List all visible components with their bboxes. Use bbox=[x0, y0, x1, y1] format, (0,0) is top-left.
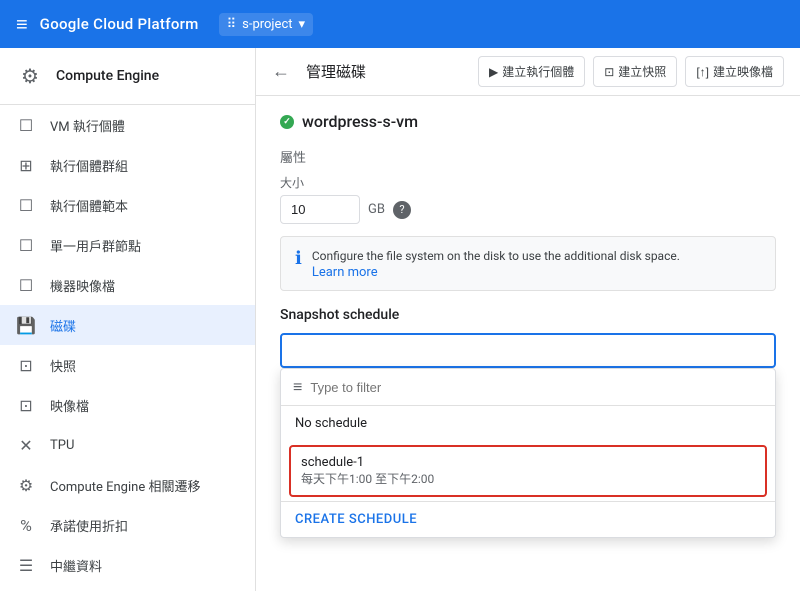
sidebar-item-label: 單一用戶群節點 bbox=[50, 236, 141, 255]
schedule-1-name: schedule-1 bbox=[301, 455, 755, 470]
sidebar-item-sole-tenant[interactable]: ☐ 單一用戶群節點 bbox=[0, 225, 255, 265]
learn-more-link[interactable]: Learn more bbox=[312, 265, 378, 280]
sidebar-item-label: Compute Engine 相關遷移 bbox=[50, 476, 200, 495]
properties-section: 屬性 大小 GB ? bbox=[280, 147, 776, 224]
compute-engine-icon: ⚙ bbox=[16, 62, 44, 90]
sidebar-item-instance-templates[interactable]: ☐ 執行個體範本 bbox=[0, 185, 255, 225]
discount-icon: % bbox=[16, 515, 36, 535]
schedule-dropdown-panel: ≡ No schedule schedule-1 每天下午1:00 至下午2:0… bbox=[280, 368, 776, 538]
sidebar-item-discount[interactable]: % 承諾使用折扣 bbox=[0, 505, 255, 545]
filter-input[interactable] bbox=[310, 380, 763, 395]
sidebar-item-label: 映像檔 bbox=[50, 396, 89, 415]
content-body: wordpress-s-vm 屬性 大小 GB ? ℹ Configure th… bbox=[256, 96, 800, 591]
create-image-button[interactable]: [↑] 建立映像檔 bbox=[685, 56, 784, 87]
no-schedule-option[interactable]: No schedule bbox=[281, 406, 775, 441]
vm-status-indicator bbox=[280, 115, 294, 129]
info-icon: ℹ bbox=[295, 248, 302, 269]
migration-icon: ⚙ bbox=[16, 475, 36, 495]
create-snapshot-icon: ⊡ bbox=[604, 65, 614, 79]
size-field-row: GB ? bbox=[280, 195, 776, 224]
create-vm-label: 建立執行個體 bbox=[502, 63, 574, 80]
sidebar-item-vm-instances[interactable]: ☐ VM 執行個體 bbox=[0, 105, 255, 145]
sidebar-item-metadata[interactable]: ☰ 中繼資料 bbox=[0, 545, 255, 585]
sidebar-item-images[interactable]: ⊡ 映像檔 bbox=[0, 385, 255, 425]
header-actions: ▶ 建立執行個體 ⊡ 建立快照 [↑] 建立映像檔 bbox=[478, 56, 784, 87]
size-unit: GB bbox=[368, 202, 385, 217]
group-icon: ⊞ bbox=[16, 155, 36, 175]
project-dropdown-arrow: ▾ bbox=[299, 17, 306, 32]
sidebar-item-label: TPU bbox=[50, 438, 74, 453]
info-text: Configure the file system on the disk to… bbox=[312, 247, 680, 265]
project-selector[interactable]: ⠿ s-project ▾ bbox=[219, 13, 313, 36]
image-icon: ⊡ bbox=[16, 395, 36, 415]
main-layout: ⚙ Compute Engine ☐ VM 執行個體 ⊞ 執行個體群組 ☐ 執行… bbox=[0, 48, 800, 591]
vm-name: wordpress-s-vm bbox=[302, 112, 418, 131]
sidebar-item-migration[interactable]: ⚙ Compute Engine 相關遷移 bbox=[0, 465, 255, 505]
sidebar-item-label: 機器映像檔 bbox=[50, 276, 115, 295]
schedule-dropdown-container: ≡ No schedule schedule-1 每天下午1:00 至下午2:0… bbox=[280, 333, 776, 368]
tpu-icon: ✕ bbox=[16, 435, 36, 455]
create-image-label: 建立映像檔 bbox=[713, 63, 773, 80]
create-snapshot-label: 建立快照 bbox=[618, 63, 666, 80]
size-label: 大小 bbox=[280, 174, 776, 191]
vm-status-row: wordpress-s-vm bbox=[280, 112, 776, 131]
sidebar-header-title: Compute Engine bbox=[56, 68, 159, 84]
snapshot-schedule-section: Snapshot schedule ≡ No schedule sc bbox=[280, 307, 776, 591]
machine-image-icon: ☐ bbox=[16, 275, 36, 295]
no-schedule-label: No schedule bbox=[295, 416, 761, 431]
sidebar-item-snapshots[interactable]: ⊡ 快照 bbox=[0, 345, 255, 385]
schedule-1-option[interactable]: schedule-1 每天下午1:00 至下午2:00 bbox=[289, 445, 767, 497]
back-button[interactable]: ← bbox=[272, 61, 290, 82]
sidebar-item-tpu[interactable]: ✕ TPU bbox=[0, 425, 255, 465]
sidebar-item-label: 承諾使用折扣 bbox=[50, 516, 128, 535]
create-vm-button[interactable]: ▶ 建立執行個體 bbox=[478, 56, 585, 87]
metadata-icon: ☰ bbox=[16, 555, 36, 575]
content-header: ← 管理磁碟 ▶ 建立執行個體 ⊡ 建立快照 [↑] 建立映像檔 bbox=[256, 48, 800, 96]
create-schedule-button[interactable]: CREATE SCHEDULE bbox=[281, 501, 775, 537]
size-input[interactable] bbox=[280, 195, 360, 224]
sidebar-item-label: 執行個體群組 bbox=[50, 156, 128, 175]
sidebar-item-label: VM 執行個體 bbox=[50, 116, 125, 135]
sidebar-item-instance-groups[interactable]: ⊞ 執行個體群組 bbox=[0, 145, 255, 185]
sidebar-item-machine-images[interactable]: ☐ 機器映像檔 bbox=[0, 265, 255, 305]
content-area: ← 管理磁碟 ▶ 建立執行個體 ⊡ 建立快照 [↑] 建立映像檔 bbox=[256, 48, 800, 591]
sidebar-item-disks[interactable]: 💾 磁碟 bbox=[0, 305, 255, 345]
size-help-icon[interactable]: ? bbox=[393, 201, 411, 219]
snapshot-icon: ⊡ bbox=[16, 355, 36, 375]
info-content: Configure the file system on the disk to… bbox=[312, 247, 680, 280]
sidebar-item-label: 中繼資料 bbox=[50, 556, 102, 575]
topbar-logo: Google Cloud Platform bbox=[40, 15, 199, 33]
info-box: ℹ Configure the file system on the disk … bbox=[280, 236, 776, 291]
create-image-icon: [↑] bbox=[696, 65, 709, 79]
sole-tenant-icon: ☐ bbox=[16, 235, 36, 255]
sidebar-item-label: 執行個體範本 bbox=[50, 196, 128, 215]
disk-icon: 💾 bbox=[16, 315, 36, 335]
vm-icon: ☐ bbox=[16, 115, 36, 135]
sidebar-header: ⚙ Compute Engine bbox=[0, 48, 255, 105]
page-title: 管理磁碟 bbox=[306, 61, 366, 82]
snapshot-schedule-title: Snapshot schedule bbox=[280, 307, 776, 323]
properties-title: 屬性 bbox=[280, 147, 776, 166]
project-name: s-project bbox=[242, 17, 292, 32]
sidebar-item-label: 磁碟 bbox=[50, 316, 76, 335]
template-icon: ☐ bbox=[16, 195, 36, 215]
schedule-1-desc: 每天下午1:00 至下午2:00 bbox=[301, 470, 755, 487]
sidebar-item-label: 快照 bbox=[50, 356, 76, 375]
schedule-dropdown-input[interactable] bbox=[280, 333, 776, 368]
sidebar: ⚙ Compute Engine ☐ VM 執行個體 ⊞ 執行個體群組 ☐ 執行… bbox=[0, 48, 256, 591]
create-snapshot-button[interactable]: ⊡ 建立快照 bbox=[593, 56, 677, 87]
menu-icon[interactable]: ≡ bbox=[16, 12, 28, 37]
project-icon: ⠿ bbox=[227, 17, 237, 32]
create-vm-icon: ▶ bbox=[489, 65, 498, 79]
topbar: ≡ Google Cloud Platform ⠿ s-project ▾ bbox=[0, 0, 800, 48]
dropdown-filter-row: ≡ bbox=[281, 369, 775, 406]
filter-icon: ≡ bbox=[293, 377, 302, 397]
